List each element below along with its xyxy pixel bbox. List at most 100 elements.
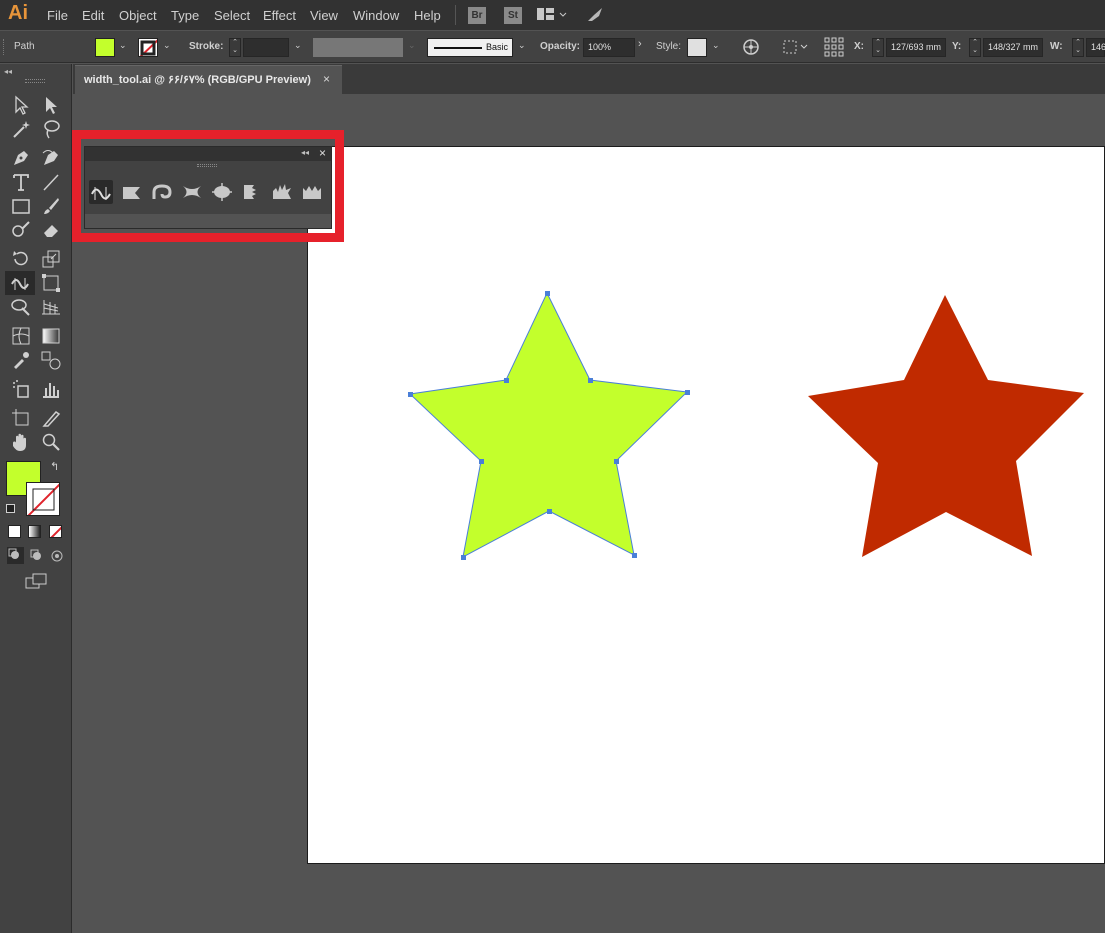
opacity-field[interactable]: 100% (583, 38, 635, 57)
shaper-tool-icon[interactable] (10, 219, 32, 241)
pucker-tool-icon[interactable] (180, 180, 204, 204)
pen-tool-icon[interactable] (10, 147, 32, 169)
chevron-down-icon[interactable]: ⌄ (119, 40, 127, 51)
document-tab-title: width_tool.ai @ ۶۶/۶۷% (RGB/GPU Preview) (84, 74, 311, 86)
lasso-tool-icon[interactable] (40, 118, 62, 140)
stroke-weight-field[interactable] (243, 38, 289, 57)
green-star (408, 291, 689, 558)
draw-normal-icon[interactable] (7, 547, 24, 564)
bridge-button[interactable]: Br (468, 7, 486, 24)
panel-header[interactable]: ◂◂ × (85, 146, 331, 161)
brush-definition[interactable]: Basic (427, 38, 513, 57)
stock-button[interactable]: St (504, 7, 522, 24)
reference-point-icon[interactable] (824, 37, 844, 62)
eraser-tool-icon[interactable] (40, 219, 62, 241)
slice-tool-icon[interactable] (40, 407, 62, 429)
color-mode-icon[interactable] (8, 525, 21, 538)
swap-colors-icon[interactable]: ↰ (50, 460, 59, 473)
control-bar: Path ⌄ ⌄ Stroke: ⌃ ⌄ ⌄ ⌄ Basic ⌄ Opacity:… (0, 31, 1105, 63)
w-label: W: (1050, 41, 1063, 52)
menu-help[interactable]: Help (414, 8, 441, 23)
wrinkle-tool-icon[interactable] (300, 180, 324, 204)
align-to-icon[interactable] (782, 39, 810, 60)
twirl-tool-icon[interactable] (150, 180, 174, 204)
opacity-label: Opacity: (540, 41, 581, 52)
collapse-panel-icon[interactable]: ◂◂ (4, 67, 12, 76)
close-tab-icon[interactable]: × (323, 72, 330, 86)
scallop-tool-icon[interactable] (240, 180, 264, 204)
stroke-swatch[interactable] (138, 38, 158, 57)
hand-tool-icon[interactable] (10, 431, 32, 453)
rocket-icon[interactable] (586, 5, 606, 30)
line-segment-tool-icon[interactable] (40, 171, 62, 193)
graphic-style-swatch[interactable] (687, 38, 707, 57)
style-label: Style: (656, 41, 682, 52)
red-star (808, 295, 1084, 557)
crystallize-tool-icon[interactable] (270, 180, 294, 204)
rectangle-tool-icon[interactable] (10, 195, 32, 217)
zoom-tool-icon[interactable] (40, 431, 62, 453)
bloat-tool-icon[interactable] (210, 180, 234, 204)
y-stepper[interactable]: ⌃ ⌄ (969, 38, 981, 57)
artboard-tool-icon[interactable] (10, 407, 32, 429)
free-transform-tool-icon[interactable] (40, 272, 62, 294)
chevron-down-icon: ⌄ (408, 40, 416, 50)
rotate-tool-icon[interactable] (10, 248, 32, 270)
mesh-tool-icon[interactable] (10, 325, 32, 347)
width-field[interactable]: 146 (1086, 38, 1105, 57)
blend-tool-icon[interactable] (40, 349, 62, 371)
width-tool-icon[interactable] (10, 272, 32, 294)
menu-object[interactable]: Object (119, 8, 157, 23)
screen-mode-icon[interactable] (25, 572, 49, 590)
close-panel-icon[interactable]: × (319, 146, 326, 160)
stroke-weight-stepper[interactable]: ⌃ ⌄ (229, 38, 241, 57)
gradient-mode-icon[interactable] (28, 525, 41, 538)
menu-edit[interactable]: Edit (82, 8, 104, 23)
selection-tool-icon[interactable] (10, 94, 32, 116)
workspace-icon[interactable] (537, 7, 567, 28)
paintbrush-tool-icon[interactable] (40, 195, 62, 217)
symbol-sprayer-tool-icon[interactable] (10, 378, 32, 400)
y-position-field[interactable]: 148/327 mm (983, 38, 1043, 57)
type-tool-icon[interactable] (10, 171, 32, 193)
none-mode-icon[interactable] (49, 525, 62, 538)
menu-file[interactable]: File (47, 8, 68, 23)
chevron-down-icon[interactable]: ⌄ (163, 40, 171, 51)
recolor-artwork-icon[interactable] (742, 38, 760, 61)
menu-window[interactable]: Window (353, 8, 399, 23)
magic-wand-tool-icon[interactable] (10, 118, 32, 140)
menu-type[interactable]: Type (171, 8, 199, 23)
stroke-color-box[interactable] (26, 482, 60, 516)
y-label: Y: (952, 41, 962, 52)
width-tool-icon[interactable] (89, 180, 113, 204)
collapse-icon[interactable]: ◂◂ (301, 148, 309, 157)
curvature-tool-icon[interactable] (40, 147, 62, 169)
gradient-tool-icon[interactable] (40, 325, 62, 347)
column-graph-tool-icon[interactable] (40, 378, 62, 400)
default-colors-icon[interactable] (6, 504, 15, 513)
direct-selection-tool-icon[interactable] (40, 94, 62, 116)
draw-inside-icon[interactable] (48, 547, 65, 564)
panel-grip[interactable] (197, 164, 217, 167)
artboard[interactable] (307, 146, 1105, 864)
chevron-down-icon[interactable]: ⌄ (712, 40, 720, 51)
app-logo: Ai (8, 2, 28, 24)
menu-view[interactable]: View (310, 8, 338, 23)
fill-swatch[interactable] (95, 38, 115, 57)
eyedropper-tool-icon[interactable] (10, 349, 32, 371)
chevron-right-icon[interactable]: › (638, 38, 642, 50)
w-stepper[interactable]: ⌃ ⌄ (1072, 38, 1084, 57)
menu-effect[interactable]: Effect (263, 8, 296, 23)
scale-tool-icon[interactable] (40, 248, 62, 270)
x-stepper[interactable]: ⌃ ⌄ (872, 38, 884, 57)
shape-builder-tool-icon[interactable] (10, 296, 32, 318)
chevron-down-icon[interactable]: ⌄ (294, 40, 302, 51)
panel-grip[interactable] (25, 79, 45, 83)
draw-behind-icon[interactable] (28, 547, 45, 564)
x-position-field[interactable]: 127/693 mm (886, 38, 946, 57)
perspective-grid-tool-icon[interactable] (40, 296, 62, 318)
menu-select[interactable]: Select (214, 8, 250, 23)
warp-tool-icon[interactable] (120, 180, 144, 204)
chevron-down-icon[interactable]: ⌄ (518, 40, 526, 51)
variable-width-profile[interactable] (313, 38, 403, 57)
